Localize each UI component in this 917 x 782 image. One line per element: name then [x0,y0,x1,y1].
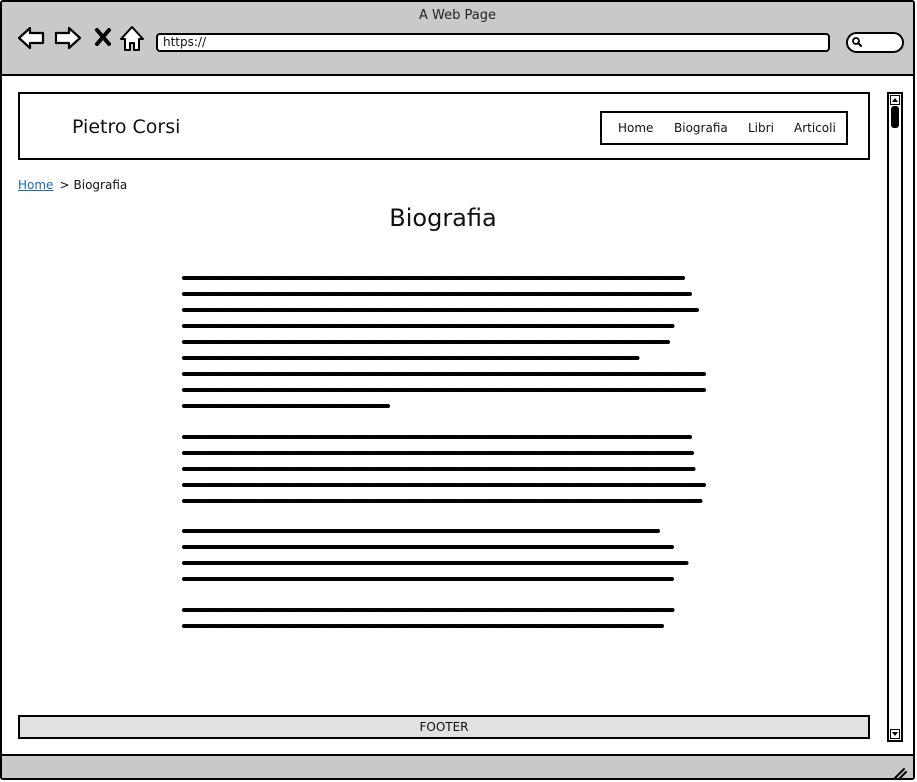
breadcrumb-separator: > [59,178,70,192]
placeholder-text-lines [182,276,706,408]
site-brand[interactable]: Pietro Corsi [72,116,180,138]
nav-libri[interactable]: Libri [748,121,774,135]
body-paragraph [182,433,708,503]
placeholder-text-lines [182,608,676,628]
scroll-down-icon[interactable] [890,729,900,739]
browser-search-box[interactable] [846,32,904,53]
breadcrumb-home-link[interactable]: Home [18,178,53,192]
search-icon [852,37,862,47]
url-input[interactable]: https:// [156,33,830,52]
back-icon[interactable] [16,24,46,52]
nav-biografia[interactable]: Biografia [674,121,728,135]
breadcrumb: Home > Biografia [18,178,127,192]
home-icon[interactable] [118,24,146,54]
browser-window: A Web Page https:// Pietro Corsi Home Bi… [0,0,915,780]
body-paragraph [182,274,708,412]
site-header: Pietro Corsi Home Biografia Libri Artico… [18,92,870,160]
body-paragraph [182,606,708,630]
body-paragraph [182,527,708,583]
placeholder-text-lines [182,529,690,581]
page-title: Biografia [389,204,497,232]
stop-icon[interactable] [92,24,114,52]
scroll-thumb[interactable] [891,106,899,128]
resize-grip-icon[interactable] [891,766,907,780]
forward-icon[interactable] [53,24,83,52]
nav-controls [16,24,146,54]
nav-articoli[interactable]: Articoli [794,121,836,135]
main-nav: Home Biografia Libri Articoli [600,111,848,145]
scroll-up-icon[interactable] [890,95,900,105]
placeholder-text-lines [182,435,706,503]
site-footer: FOOTER [18,715,870,739]
browser-statusbar [2,754,913,780]
window-title: A Web Page [419,8,496,23]
page-viewport: Pietro Corsi Home Biografia Libri Artico… [2,76,913,754]
nav-home[interactable]: Home [618,121,653,135]
vertical-scrollbar[interactable] [887,92,903,742]
browser-titlebar: A Web Page https:// [2,2,913,76]
breadcrumb-current: Biografia [73,178,128,192]
